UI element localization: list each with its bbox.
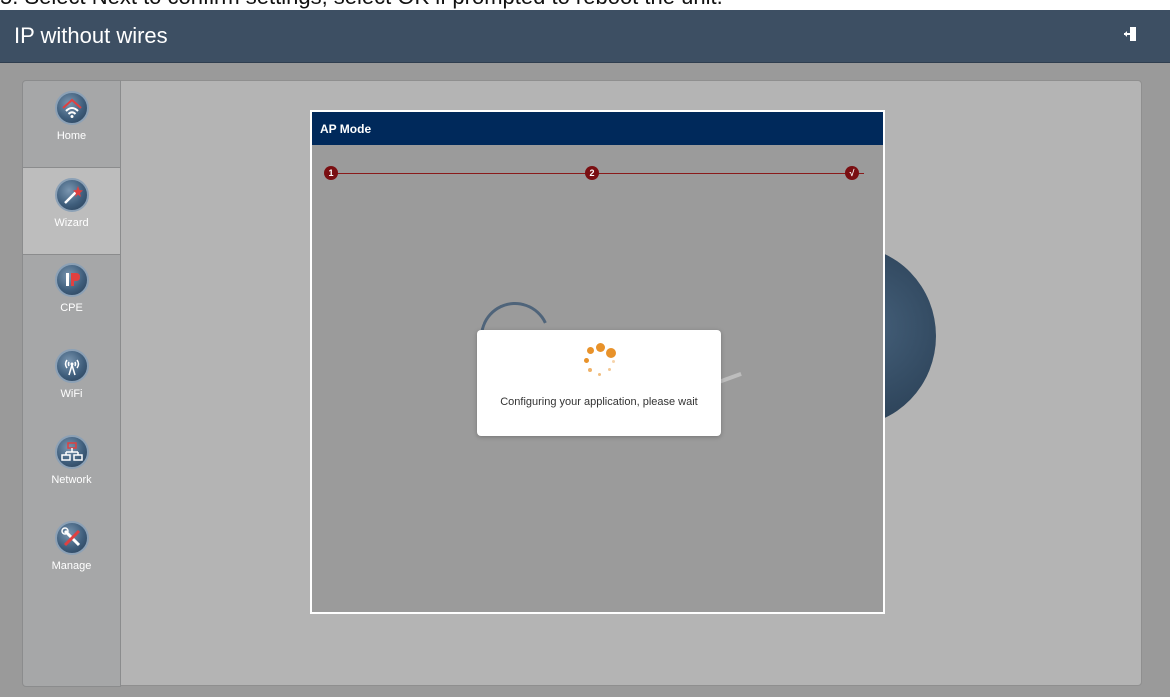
network-icon — [54, 435, 89, 469]
app-header: IP without wires — [0, 10, 1170, 63]
app-title: IP without wires — [14, 23, 168, 48]
home-wifi-graphic — [61, 98, 82, 118]
step-1-indicator: 1 — [324, 166, 338, 180]
wizard-stepper: 1 2 √ — [324, 166, 870, 182]
wifi-antenna-graphic — [64, 359, 79, 376]
sidebar-item-label: Wizard — [54, 217, 89, 229]
spinner-dot — [587, 347, 594, 354]
sidebar-item-network[interactable]: Network — [23, 425, 120, 511]
sidebar: Home Wizard CPE WiFi Network Manage — [22, 80, 121, 687]
spinner-dot — [596, 343, 605, 352]
sidebar-item-home[interactable]: Home — [23, 81, 120, 167]
sidebar-item-label: Manage — [51, 560, 92, 572]
sidebar-item-label: Network — [51, 474, 92, 486]
network-graphic — [60, 442, 83, 461]
sidebar-item-cpe[interactable]: CPE — [23, 253, 120, 339]
wizard-wand-graphic — [63, 186, 83, 204]
sidebar-item-wifi[interactable]: WiFi — [23, 339, 120, 425]
spinner-dot — [588, 368, 592, 372]
spinner-dot — [606, 348, 616, 358]
sidebar-item-manage[interactable]: Manage — [23, 511, 120, 597]
spinner-dot — [608, 368, 611, 371]
spinner-dot — [612, 360, 615, 363]
document-caption: 5. Select Next to confirm settings; sele… — [0, 0, 1170, 10]
step-done-indicator: √ — [845, 166, 859, 180]
sidebar-item-label: Home — [56, 130, 87, 142]
sidebar-item-label: WiFi — [60, 388, 83, 400]
dialog-title: AP Mode — [312, 112, 883, 145]
loading-message: Configuring your application, please wai… — [500, 396, 698, 408]
ip-cpe-graphic — [65, 273, 80, 286]
loading-spinner-icon — [579, 343, 619, 383]
sidebar-item-wizard[interactable]: Wizard — [22, 167, 120, 255]
spinner-dot — [584, 358, 589, 363]
sidebar-item-label: CPE — [60, 302, 83, 314]
tools-graphic — [60, 527, 80, 547]
step-2-indicator: 2 — [585, 166, 599, 180]
loading-dialog: Configuring your application, please wai… — [477, 330, 721, 436]
ip-cpe-icon — [54, 263, 89, 297]
wifi-antenna-icon — [54, 349, 89, 383]
tools-icon — [54, 521, 89, 555]
home-wifi-icon — [54, 91, 89, 125]
logout-icon-graphic — [1124, 27, 1136, 41]
wizard-wand-icon — [54, 178, 89, 212]
spinner-dot — [598, 373, 601, 376]
logout-icon[interactable] — [1122, 25, 1140, 45]
